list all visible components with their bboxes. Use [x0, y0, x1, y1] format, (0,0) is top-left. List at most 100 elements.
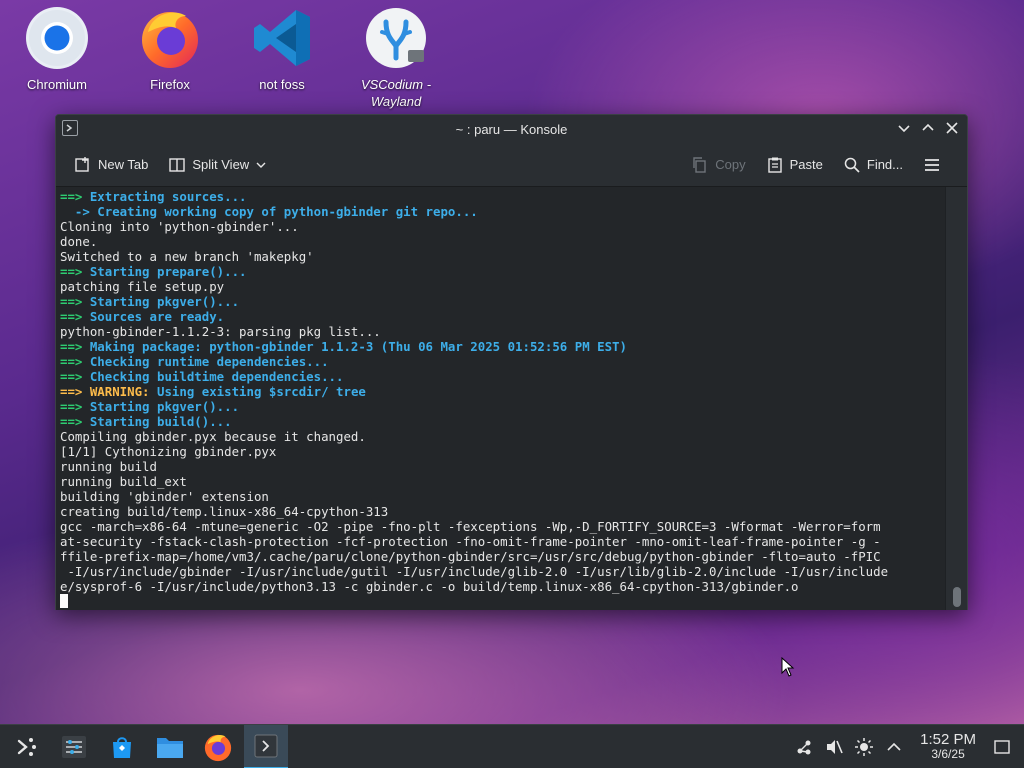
- terminal-line: ffile-prefix-map=/home/vm3/.cache/paru/c…: [60, 549, 946, 564]
- hamburger-menu-button[interactable]: [917, 152, 947, 178]
- new-tab-icon: [75, 156, 89, 172]
- terminal-cursor: [60, 594, 68, 608]
- terminal-scrollbar[interactable]: [945, 187, 967, 610]
- close-button[interactable]: [943, 119, 961, 137]
- task-file-manager[interactable]: [148, 725, 192, 768]
- task-firefox[interactable]: [196, 725, 240, 768]
- terminal-line: Cloning into 'python-gbinder'...: [60, 219, 946, 234]
- terminal-text: Starting prepare()...: [89, 264, 247, 279]
- folder-icon: [157, 737, 183, 758]
- hamburger-menu-icon: [925, 158, 939, 171]
- desktop-icon-label: not foss: [259, 77, 305, 92]
- terminal-text: building 'gbinder' extension: [60, 489, 269, 504]
- terminal-line: [1/1] Cythonizing gbinder.pyx: [60, 444, 946, 459]
- terminal-text: Compiling gbinder.pyx because it changed…: [60, 429, 366, 444]
- show-desktop-button[interactable]: [992, 737, 1012, 757]
- terminal-text: python-gbinder-1.1.2-3: parsing pkg list…: [60, 324, 381, 339]
- terminal-line: python-gbinder-1.1.2-3: parsing pkg list…: [60, 324, 946, 339]
- chromium-icon: [26, 7, 88, 69]
- paste-icon: [767, 157, 782, 173]
- paste-button[interactable]: Paste: [760, 152, 829, 178]
- settings-sliders-icon: [62, 735, 86, 758]
- terminal-text: Sources are ready.: [89, 309, 225, 324]
- terminal-text: at-security -fstack-clash-protection -fc…: [60, 534, 881, 549]
- terminal-line: ==> Starting prepare()...: [60, 264, 946, 279]
- close-icon: [946, 122, 958, 134]
- terminal-text: Extracting sources...: [89, 189, 247, 204]
- terminal-text: ==>: [60, 264, 90, 279]
- window-titlebar[interactable]: ~ : paru — Konsole: [56, 115, 967, 143]
- scrollbar-thumb[interactable]: [953, 587, 961, 607]
- split-view-button[interactable]: Split View: [162, 152, 273, 178]
- terminal-text: ==> WARNING:: [60, 384, 157, 399]
- terminal-line: ==> Sources are ready.: [60, 309, 946, 324]
- copy-button[interactable]: Copy: [685, 152, 751, 178]
- clock-date: 3/6/25: [931, 747, 965, 762]
- chevron-up-icon: [922, 123, 934, 131]
- terminal-line: ==> Starting build()...: [60, 414, 946, 429]
- paste-label: Paste: [789, 157, 823, 172]
- terminal-text: [1/1] Cythonizing gbinder.pyx: [60, 444, 277, 459]
- terminal-line: ==> WARNING: Using existing $srcdir/ tre…: [60, 384, 946, 399]
- terminal-text: Starting build()...: [89, 414, 232, 429]
- desktop-icon-not-foss[interactable]: not foss: [232, 6, 332, 93]
- terminal-line: gcc -march=x86-64 -mtune=generic -O2 -pi…: [60, 519, 946, 534]
- terminal-text: ==>: [60, 414, 90, 429]
- brightness-icon: [855, 737, 874, 756]
- desktop-icon-vscodium-wayland[interactable]: VSCodium - Wayland: [346, 6, 446, 110]
- vscode-icon: [254, 10, 310, 66]
- split-view-icon: [169, 157, 186, 172]
- application-launcher-button[interactable]: [4, 725, 48, 768]
- terminal-text: Switched to a new branch 'makepkg': [60, 249, 314, 264]
- terminal-line: ==> Checking buildtime dependencies...: [60, 369, 946, 384]
- terminal-line: patching file setup.py: [60, 279, 946, 294]
- shopping-bag-icon: [113, 736, 131, 758]
- system-tray: 1:52 PM 3/6/25: [794, 731, 1024, 762]
- task-system-settings[interactable]: [52, 725, 96, 768]
- terminal-text: Making package: python-gbinder 1.1.2-3 (…: [89, 339, 627, 354]
- split-view-label: Split View: [192, 157, 250, 172]
- mouse-pointer-icon: [781, 657, 795, 677]
- desktop-icon-chromium[interactable]: Chromium: [7, 6, 107, 93]
- terminal-text: ==>: [60, 369, 90, 384]
- find-button[interactable]: Find...: [837, 152, 909, 178]
- desktop-icon-label: VSCodium - Wayland: [360, 77, 432, 109]
- terminal-line: ==> Making package: python-gbinder 1.1.2…: [60, 339, 946, 354]
- chevron-down-icon: [256, 162, 266, 168]
- copy-icon: [693, 156, 706, 173]
- terminal-text: gcc -march=x86-64 -mtune=generic -O2 -pi…: [60, 519, 881, 534]
- konsole-app-icon[interactable]: [62, 120, 78, 136]
- desktop-icon-firefox[interactable]: Firefox: [120, 6, 220, 93]
- brightness-tray-button[interactable]: [854, 737, 874, 757]
- terminal-line: running build_ext: [60, 474, 946, 489]
- terminal-line: ==> Starting pkgver()...: [60, 294, 946, 309]
- terminal-text: patching file setup.py: [60, 279, 225, 294]
- minimize-button[interactable]: [895, 119, 913, 137]
- firefox-icon: [142, 12, 198, 68]
- new-tab-button[interactable]: New Tab: [68, 152, 154, 178]
- terminal-text: ==>: [60, 294, 90, 309]
- terminal-output[interactable]: ==> Extracting sources... -> Creating wo…: [56, 187, 946, 610]
- network-icon: [797, 740, 811, 754]
- terminal-line: ==> Checking runtime dependencies...: [60, 354, 946, 369]
- task-konsole[interactable]: [244, 724, 288, 768]
- konsole-window: ~ : paru — Konsole New Tab Split View Co…: [55, 114, 968, 610]
- digital-clock[interactable]: 1:52 PM 3/6/25: [920, 731, 976, 762]
- terminal-line: -> Creating working copy of python-gbind…: [60, 204, 946, 219]
- terminal-text: done.: [60, 234, 98, 249]
- network-tray-button[interactable]: [794, 737, 814, 757]
- volume-tray-button[interactable]: [824, 737, 844, 757]
- tray-expand-button[interactable]: [884, 737, 904, 757]
- search-icon: [844, 157, 860, 173]
- task-discover[interactable]: [100, 725, 144, 768]
- vscodium-icon: [366, 8, 426, 68]
- volume-muted-icon: [827, 739, 843, 754]
- terminal-line: Compiling gbinder.pyx because it changed…: [60, 429, 946, 444]
- terminal-text: ==>: [60, 399, 90, 414]
- copy-label: Copy: [715, 157, 746, 172]
- terminal-line: building 'gbinder' extension: [60, 489, 946, 504]
- show-desktop-icon: [994, 739, 1010, 754]
- maximize-button[interactable]: [919, 119, 937, 137]
- desktop-icon-label: Chromium: [27, 77, 87, 92]
- konsole-toolbar: New Tab Split View Copy Paste Find...: [56, 143, 967, 187]
